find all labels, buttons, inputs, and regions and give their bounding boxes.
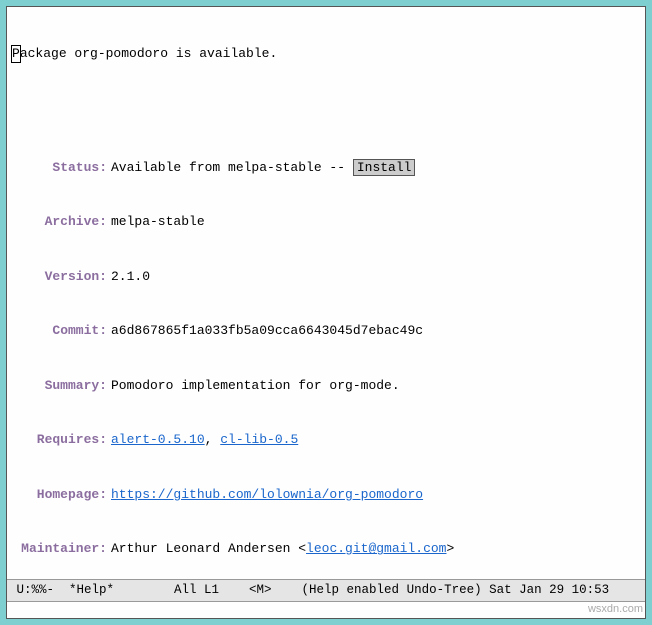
summary-value: Pomodoro implementation for org-mode. [111,377,641,395]
version-label: Version: [11,268,111,286]
requires-link-alert[interactable]: alert-0.5.10 [111,432,205,447]
install-button[interactable]: Install [353,159,416,176]
commit-label: Commit: [11,322,111,340]
requires-label: Requires: [11,431,111,449]
mode-line-text: U:%%- *Help* All L1 <M> (Help enabled Un… [9,582,609,600]
archive-label: Archive: [11,213,111,231]
archive-value: melpa-stable [111,213,641,231]
version-value: 2.1.0 [111,268,641,286]
status-label: Status: [11,159,111,177]
homepage-label: Homepage: [11,486,111,504]
status-value: Available from melpa-stable -- Install [111,159,641,177]
mode-line: U:%%- *Help* All L1 <M> (Help enabled Un… [7,579,645,603]
package-help-buffer: Package org-pomodoro is available. Statu… [7,7,645,579]
watermark: wsxdn.com [588,602,643,617]
package-header: Package org-pomodoro is available. [11,45,641,63]
maintainer-value: Arthur Leonard Andersen <leoc.git@gmail.… [111,540,641,558]
maintainer-email-link[interactable]: leoc.git@gmail.com [306,541,446,556]
homepage-link[interactable]: https://github.com/lolownia/org-pomodoro [111,487,423,502]
requires-link-cllib[interactable]: cl-lib-0.5 [220,432,298,447]
minibuffer[interactable] [7,602,645,618]
requires-value: alert-0.5.10, cl-lib-0.5 [111,431,641,449]
commit-value: a6d867865f1a033fb5a09cca6643045d7ebac49c [111,322,641,340]
maintainer-label: Maintainer: [11,540,111,558]
summary-label: Summary: [11,377,111,395]
